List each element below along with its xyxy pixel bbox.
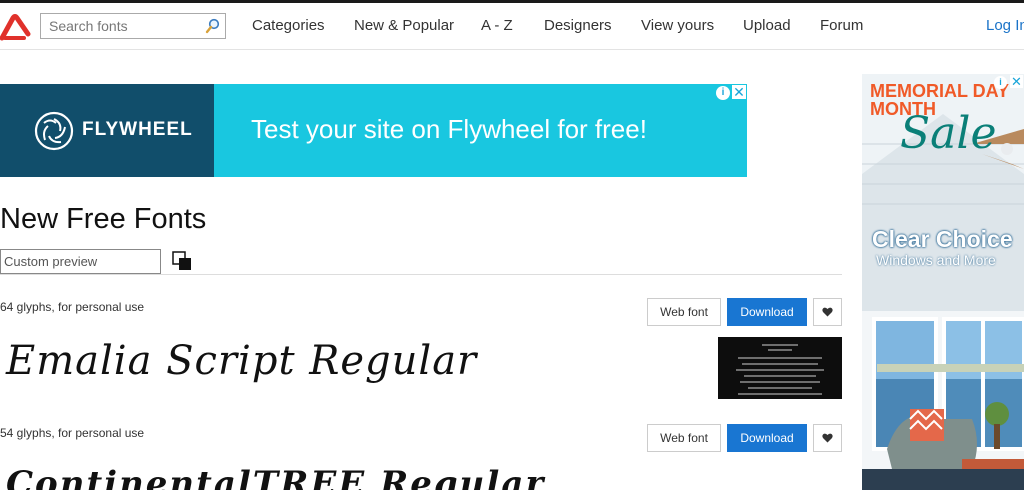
nav-new-popular[interactable]: New & Popular: [354, 17, 454, 34]
color-toggle-icon[interactable]: [172, 251, 192, 271]
font-sample[interactable]: ContinentalTREE Regular: [0, 460, 640, 490]
side-ad-info-icon[interactable]: i: [994, 76, 1007, 89]
font-meta: 64 glyphs, for personal use: [0, 300, 145, 314]
side-ad-brand: Clear Choice: [872, 226, 1013, 252]
navbar: Categories New & Popular A - Z Designers…: [0, 3, 1024, 50]
font-thumbnail-image: [718, 337, 842, 399]
font-sample-text: Emalia Script Regular: [6, 338, 478, 384]
nav-view-yours[interactable]: View yours: [641, 17, 714, 34]
divider: [0, 274, 842, 275]
search-box: [40, 13, 226, 39]
custom-preview-input[interactable]: [0, 249, 161, 274]
heart-icon: [822, 433, 833, 443]
side-ad-close-icon[interactable]: ✕: [1010, 75, 1023, 88]
font-sample-text: ContinentalTREE Regular: [6, 464, 546, 490]
nav-designers[interactable]: Designers: [544, 17, 612, 34]
side-ad[interactable]: MEMORIAL DAY MONTH Sale Clear Choice Win…: [862, 74, 1024, 490]
login-link[interactable]: Log In: [986, 17, 1024, 34]
page-title: New Free Fonts: [0, 203, 207, 235]
ad-close-icon[interactable]: ✕: [732, 85, 746, 99]
ad-banner[interactable]: FLYWHEEL Test your site on Flywheel for …: [0, 84, 747, 177]
nav-upload[interactable]: Upload: [743, 17, 791, 34]
search-icon[interactable]: [205, 18, 221, 34]
nav-categories[interactable]: Categories: [252, 17, 325, 34]
ad-logo-block: FLYWHEEL: [0, 84, 214, 177]
ad-tagline: Test your site on Flywheel for free!: [251, 114, 647, 144]
font-sample[interactable]: Emalia Script Regular: [0, 330, 640, 400]
nav-a-z[interactable]: A - Z: [481, 17, 513, 34]
ad-brand: FLYWHEEL: [82, 119, 193, 140]
side-ad-brand-sub: Windows and More: [876, 252, 996, 268]
side-ad-script: Sale: [900, 108, 997, 159]
brand-logo-icon[interactable]: [0, 12, 34, 42]
download-button[interactable]: Download: [727, 424, 807, 452]
flywheel-logo-icon: [34, 111, 74, 151]
ad-info-icon[interactable]: i: [716, 86, 730, 100]
web-font-button[interactable]: Web font: [647, 424, 721, 452]
heart-icon: [822, 307, 833, 317]
font-meta: 54 glyphs, for personal use: [0, 426, 145, 440]
font-thumbnail[interactable]: [718, 337, 842, 399]
favorite-button[interactable]: [813, 298, 842, 326]
web-font-button[interactable]: Web font: [647, 298, 721, 326]
favorite-button[interactable]: [813, 424, 842, 452]
nav-forum[interactable]: Forum: [820, 17, 863, 34]
search-input[interactable]: [41, 14, 217, 38]
download-button[interactable]: Download: [727, 298, 807, 326]
